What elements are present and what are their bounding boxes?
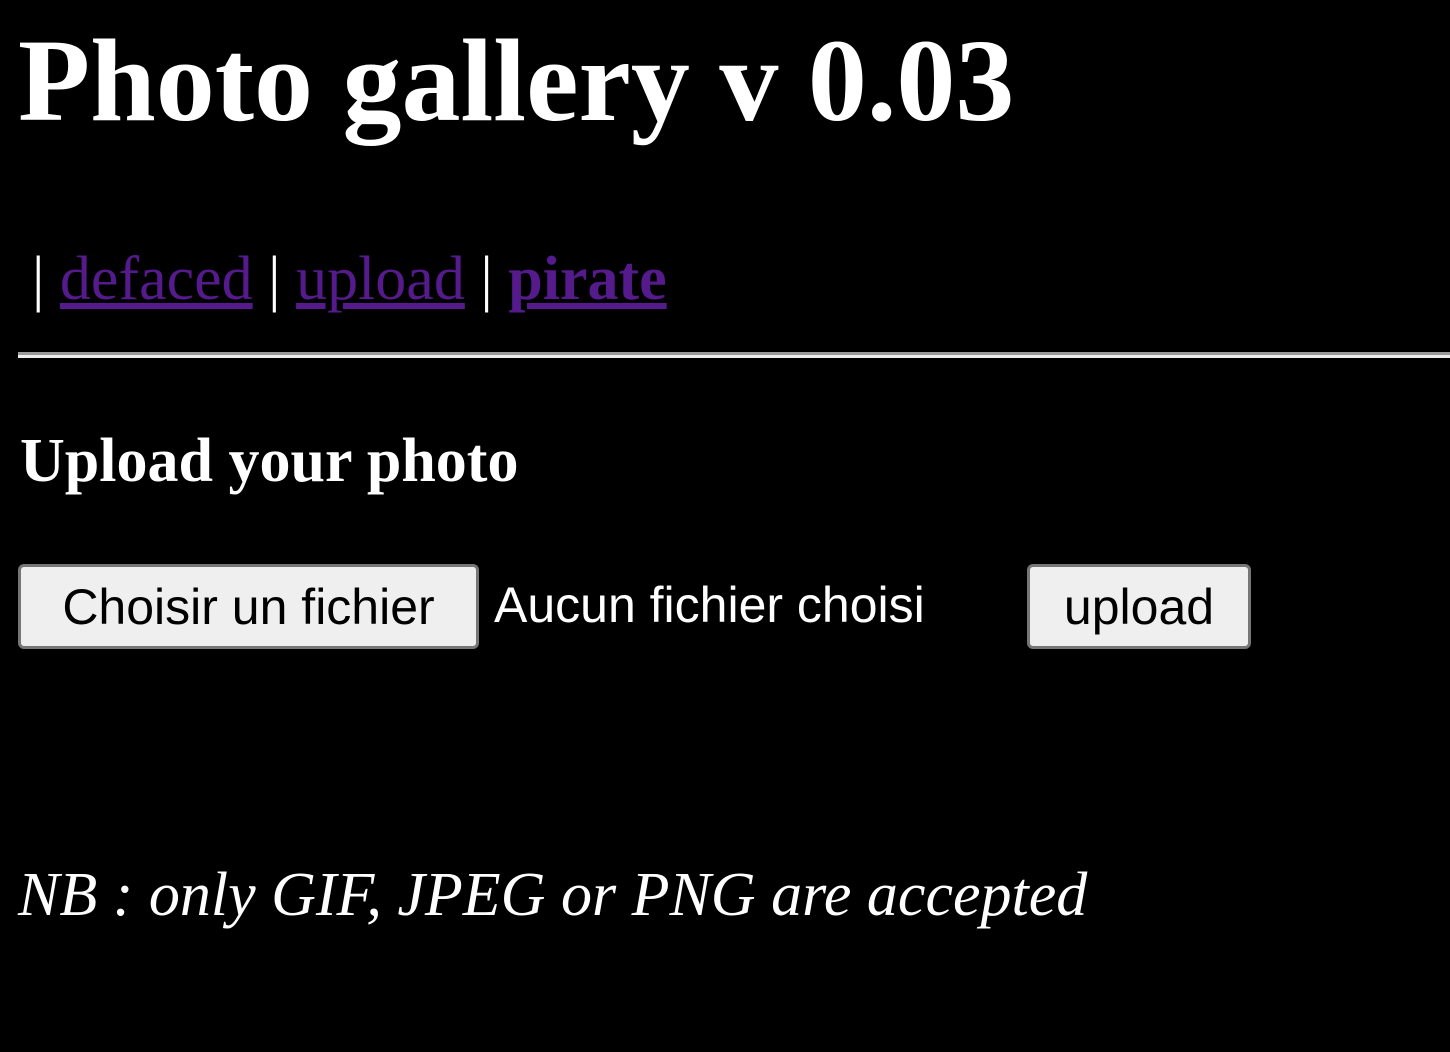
page-title: Photo gallery v 0.03	[18, 15, 1015, 146]
no-file-chosen-text: Aucun fichier choisi	[494, 577, 925, 633]
nav-separator: |	[268, 245, 281, 313]
nav-separator: |	[32, 245, 45, 313]
nav-separator: |	[480, 245, 493, 313]
nav-link-upload[interactable]: upload	[296, 245, 465, 313]
horizontal-rule	[18, 352, 1450, 358]
choose-file-button[interactable]: Choisir un fichier	[18, 564, 479, 649]
page: Photo gallery v 0.03 | defaced | upload …	[0, 0, 1450, 1052]
upload-submit-button[interactable]: upload	[1027, 564, 1251, 649]
nav-link-pirate[interactable]: pirate	[508, 245, 666, 313]
upload-heading: Upload your photo	[20, 427, 519, 495]
file-type-note: NB : only GIF, JPEG or PNG are accepted	[18, 861, 1088, 929]
nav-link-defaced[interactable]: defaced	[60, 245, 253, 313]
nav-bar: | defaced | upload | pirate	[32, 248, 667, 310]
